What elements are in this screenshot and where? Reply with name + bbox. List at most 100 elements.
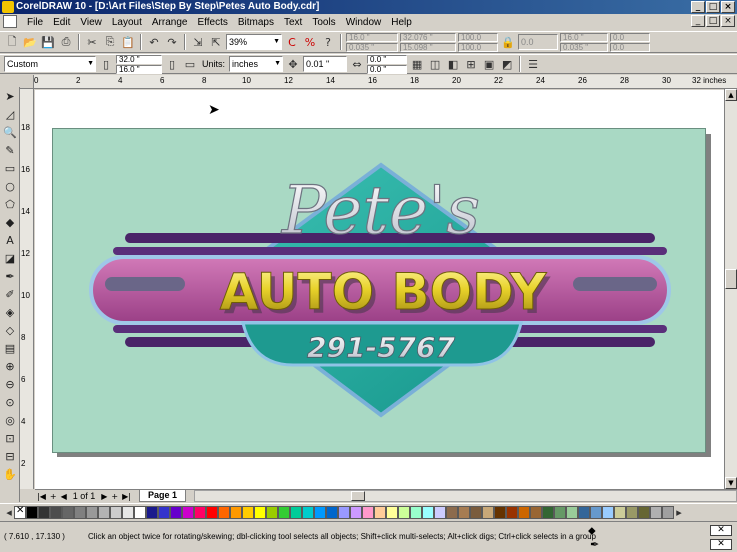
color-swatch[interactable] — [50, 506, 62, 519]
new-document-icon[interactable]: 🗋 — [4, 34, 20, 50]
menu-view[interactable]: View — [75, 17, 107, 28]
save-icon[interactable]: 💾 — [40, 34, 56, 50]
basic-shapes-tool-icon[interactable]: ◆ — [1, 214, 19, 231]
color-swatch[interactable] — [662, 506, 674, 519]
minimize-button[interactable]: _ — [691, 1, 705, 13]
drawing-page[interactable]: Pete's AUTO BODY AUTO BODY 291-5767 — [52, 128, 706, 453]
doc-minimize-button[interactable]: _ — [691, 15, 705, 27]
color-swatch[interactable] — [38, 506, 50, 519]
print-icon[interactable]: ⎙ — [58, 34, 74, 50]
dup-distance-y-field[interactable]: 0.0 " — [367, 64, 408, 74]
ellipse-tool-icon[interactable]: ○ — [1, 178, 19, 195]
menu-arrange[interactable]: Arrange — [147, 17, 193, 28]
color-swatch[interactable] — [458, 506, 470, 519]
color-swatch[interactable] — [230, 506, 242, 519]
color-swatch[interactable] — [326, 506, 338, 519]
color-swatch[interactable] — [566, 506, 578, 519]
color-swatch[interactable] — [242, 506, 254, 519]
treat-as-filled-icon[interactable]: ▣ — [481, 56, 497, 72]
color-swatch[interactable] — [314, 506, 326, 519]
outline-none-icon[interactable]: ✕ — [710, 539, 732, 550]
units-select[interactable]: inches — [229, 56, 284, 72]
size-width-field[interactable]: 32.076 " — [400, 32, 456, 42]
outline-tool-icon[interactable]: ✐ — [1, 286, 19, 303]
color-swatch[interactable] — [302, 506, 314, 519]
color-swatch[interactable] — [290, 506, 302, 519]
first-page-icon[interactable]: |◀ — [35, 492, 48, 501]
color-swatch[interactable] — [530, 506, 542, 519]
last-page-icon[interactable]: ▶| — [120, 492, 133, 501]
zoom-out-icon[interactable]: ⊖ — [1, 376, 19, 393]
page-tab[interactable]: Page 1 — [138, 490, 186, 502]
dup-y-field[interactable]: 0.035 " — [560, 42, 608, 52]
add-page-before-icon[interactable]: + — [48, 492, 59, 501]
dup-w-field[interactable]: 0.0 — [610, 32, 650, 42]
zoom-selected-icon[interactable]: ⊙ — [1, 394, 19, 411]
nudge-offset-field[interactable]: 0.01 " — [303, 56, 348, 72]
color-swatch[interactable] — [266, 506, 278, 519]
cut-icon[interactable]: ✂ — [84, 34, 100, 50]
menu-text[interactable]: Text — [279, 17, 307, 28]
eyedropper-tool-icon[interactable]: ✒ — [1, 268, 19, 285]
snap-to-guidelines-icon[interactable]: ◫ — [427, 56, 443, 72]
rotation-angle-field[interactable]: 0.0 — [518, 34, 558, 50]
no-color-swatch[interactable] — [14, 505, 26, 519]
horizontal-scroll-thumb[interactable] — [351, 491, 365, 501]
petes-auto-body-logo[interactable]: Pete's AUTO BODY AUTO BODY 291-5767 — [53, 129, 707, 454]
dynamic-guides-icon[interactable]: ⊞ — [463, 56, 479, 72]
page-height-field[interactable]: 16.0 " — [116, 64, 162, 74]
dup-x-field[interactable]: 16.0 " — [560, 32, 608, 42]
import-icon[interactable]: ⇲ — [190, 34, 206, 50]
shape-tool-icon[interactable]: ◿ — [1, 106, 19, 123]
scale-x-field[interactable]: 100.0 — [458, 32, 498, 42]
menu-help[interactable]: Help — [386, 17, 417, 28]
menu-effects[interactable]: Effects — [192, 17, 232, 28]
color-swatch[interactable] — [86, 506, 98, 519]
color-swatch[interactable] — [542, 506, 554, 519]
color-swatch[interactable] — [602, 506, 614, 519]
options-icon[interactable]: ☰ — [525, 56, 541, 72]
close-button[interactable]: × — [721, 1, 735, 13]
drawing-canvas[interactable]: Pete's AUTO BODY AUTO BODY 291-5767 — [35, 90, 737, 489]
lock-ratio-icon[interactable]: 🔒 — [500, 34, 516, 50]
vertical-scroll-thumb[interactable] — [725, 269, 737, 289]
horizontal-scrollbar[interactable] — [194, 490, 737, 502]
paper-type-select[interactable]: Custom — [4, 56, 96, 72]
snap-to-grid-icon[interactable]: ▦ — [409, 56, 425, 72]
color-swatch[interactable] — [554, 506, 566, 519]
color-swatch[interactable] — [638, 506, 650, 519]
zoom-level-select[interactable]: 39% — [226, 34, 282, 50]
whats-this-icon[interactable]: ? — [320, 34, 336, 50]
color-swatch[interactable] — [386, 506, 398, 519]
menu-file[interactable]: File — [22, 17, 48, 28]
color-swatch[interactable] — [254, 506, 266, 519]
maximize-button[interactable]: □ — [706, 1, 720, 13]
corel-online-icon[interactable]: % — [302, 34, 318, 50]
draw-to-scale-icon[interactable]: ◩ — [499, 56, 515, 72]
doc-restore-button[interactable]: □ — [706, 15, 720, 27]
size-height-field[interactable]: 15.098 " — [400, 42, 456, 52]
position-y-field[interactable]: 0.035 " — [346, 42, 398, 52]
pan-tool-icon[interactable]: ✋ — [1, 466, 19, 483]
dup-distance-x-field[interactable]: 0.0 " — [367, 54, 408, 64]
color-swatch[interactable] — [206, 506, 218, 519]
color-swatch[interactable] — [146, 506, 158, 519]
fill-tool-icon[interactable]: ◈ — [1, 304, 19, 321]
color-swatch[interactable] — [422, 506, 434, 519]
scroll-up-arrow-icon[interactable]: ▲ — [725, 89, 737, 101]
zoom-width-icon[interactable]: ⊟ — [1, 448, 19, 465]
open-folder-icon[interactable]: 📂 — [22, 34, 38, 50]
portrait-icon[interactable]: ▯ — [164, 56, 180, 72]
color-swatch[interactable] — [470, 506, 482, 519]
previous-page-icon[interactable]: ◀ — [59, 492, 69, 501]
scroll-down-arrow-icon[interactable]: ▼ — [725, 477, 737, 489]
color-swatch[interactable] — [434, 506, 446, 519]
zoom-in-icon[interactable]: ⊕ — [1, 358, 19, 375]
color-swatch[interactable] — [518, 506, 530, 519]
fill-none-icon[interactable]: ✕ — [710, 525, 732, 536]
doc-close-button[interactable]: × — [721, 15, 735, 27]
color-swatch[interactable] — [110, 506, 122, 519]
dup-h-field[interactable]: 0.0 — [610, 42, 650, 52]
redo-icon[interactable]: ↷ — [164, 34, 180, 50]
color-swatch[interactable] — [194, 506, 206, 519]
